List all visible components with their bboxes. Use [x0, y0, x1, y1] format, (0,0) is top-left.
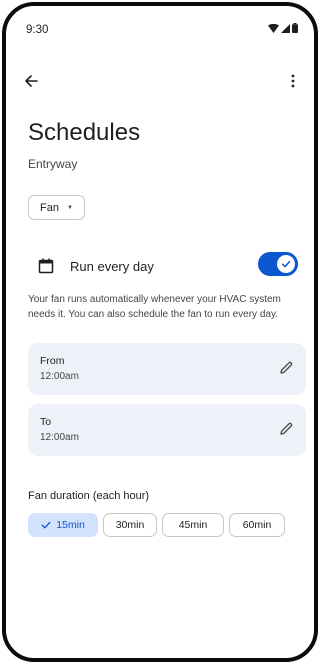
to-value: 12:00am [40, 432, 79, 443]
from-value: 12:00am [40, 371, 79, 382]
check-icon [281, 260, 291, 268]
run-every-day-label: Run every day [70, 259, 154, 274]
wifi-icon [268, 23, 279, 33]
fan-description: Your fan runs automatically whenever you… [28, 294, 281, 320]
page-title: Schedules [28, 119, 141, 146]
status-time: 9:30 [26, 24, 49, 36]
duration-chip-label: 60min [242, 519, 272, 531]
fan-duration-chips: 15min 30min 45min 60min [28, 513, 285, 537]
phone-frame: 9:30 Schedules Entryway Fan ▼ Run every … [2, 2, 318, 662]
pencil-icon[interactable] [278, 360, 294, 376]
to-time-card[interactable]: To 12:00am [28, 404, 306, 456]
signal-icon [281, 23, 290, 33]
mode-dropdown[interactable]: Fan ▼ [28, 195, 85, 220]
check-icon [41, 521, 51, 529]
fan-duration-label: Fan duration (each hour) [28, 490, 150, 502]
arrow-back-icon[interactable] [20, 70, 42, 92]
dropdown-caret-icon: ▼ [66, 204, 73, 211]
duration-chip-label: 15min [56, 519, 85, 531]
duration-chip-30min[interactable]: 30min [103, 513, 157, 537]
home-indicator[interactable] [146, 658, 204, 661]
battery-icon [292, 23, 298, 33]
from-time-card[interactable]: From 12:00am [28, 343, 306, 395]
status-bar: 9:30 [6, 6, 314, 42]
run-every-day-toggle[interactable] [258, 252, 298, 276]
page-subtitle: Entryway [28, 157, 78, 171]
status-icons [268, 23, 298, 33]
pencil-icon[interactable] [278, 421, 294, 437]
to-label: To [40, 416, 52, 428]
from-label: From [40, 355, 65, 367]
duration-chip-label: 30min [115, 519, 145, 531]
toggle-knob [277, 255, 295, 273]
run-every-day-row[interactable]: Run every day [28, 252, 300, 282]
calendar-icon [38, 258, 54, 274]
duration-chip-45min[interactable]: 45min [162, 513, 224, 537]
mode-dropdown-label: Fan [40, 201, 59, 214]
app-bar [6, 58, 314, 98]
duration-chip-15min[interactable]: 15min [28, 513, 98, 537]
more-vert-icon[interactable] [282, 70, 304, 92]
duration-chip-label: 45min [178, 519, 208, 531]
duration-chip-60min[interactable]: 60min [229, 513, 285, 537]
